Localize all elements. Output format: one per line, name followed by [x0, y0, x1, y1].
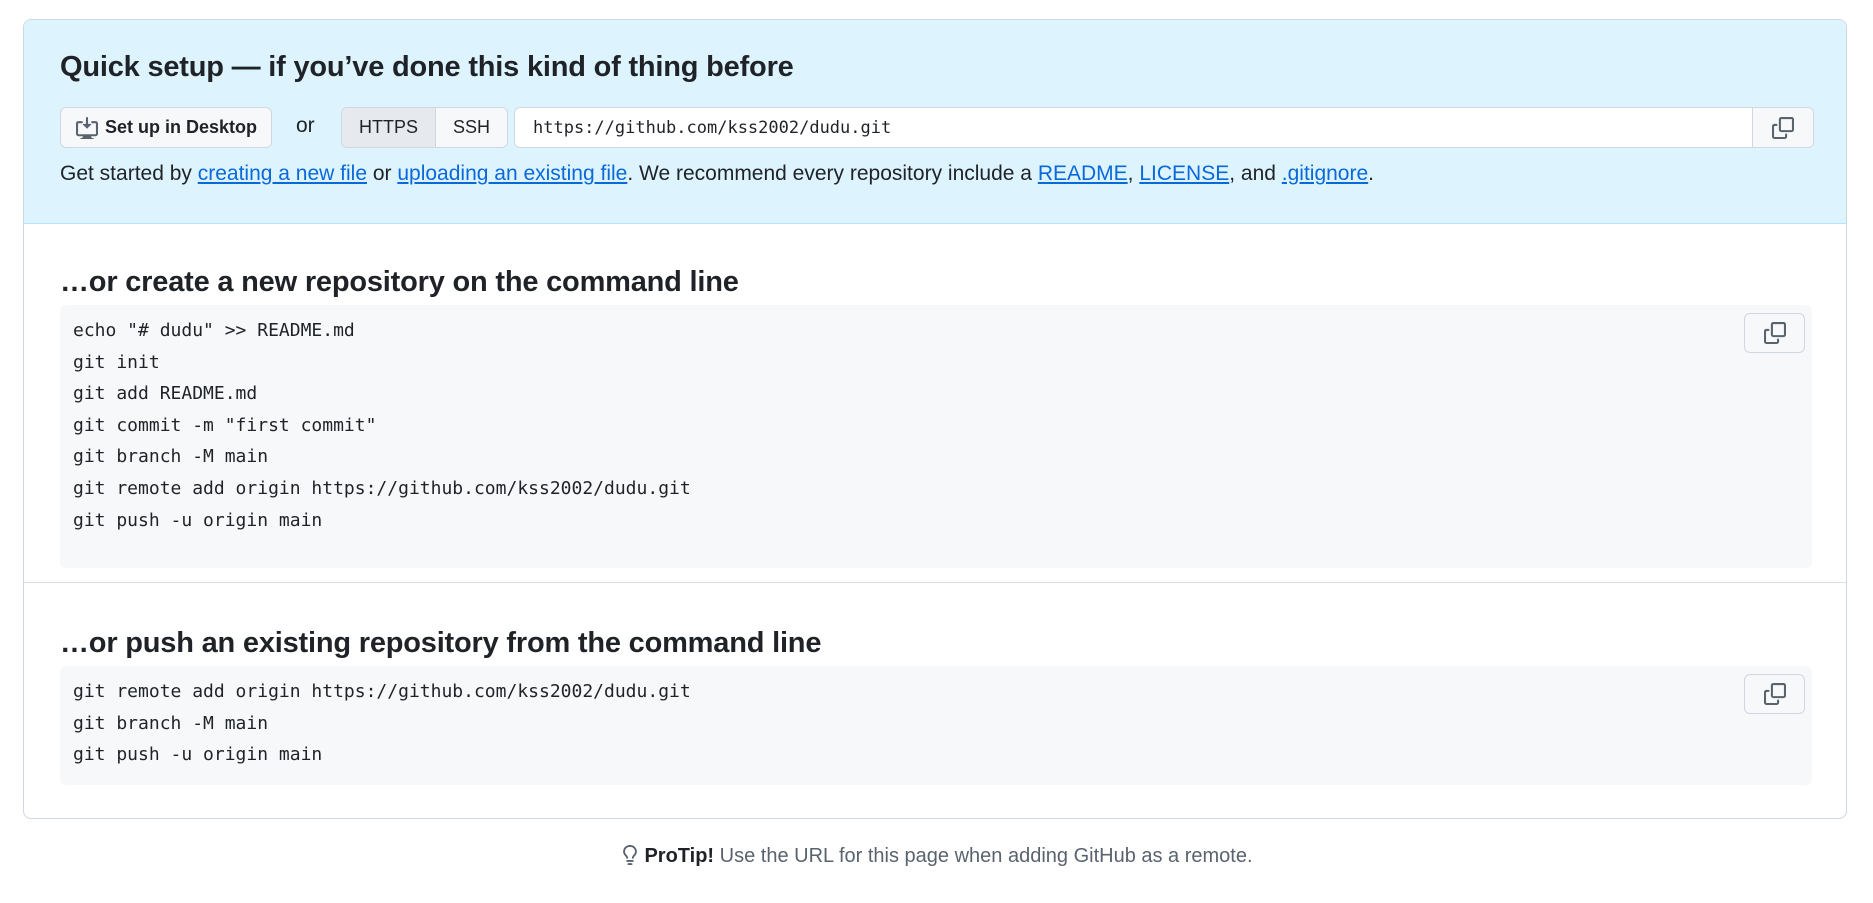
quick-setup-section: Quick setup — if you’ve done this kind o…	[24, 20, 1846, 224]
push-repo-title: …or push an existing repository from the…	[60, 627, 822, 659]
push-repo-commands[interactable]: git remote add origin https://github.com…	[60, 666, 1812, 781]
intro-text: .	[1368, 162, 1374, 185]
push-repo-code-block: git remote add origin https://github.com…	[60, 666, 1812, 785]
setup-desktop-label: Set up in Desktop	[104, 117, 257, 137]
section-divider	[24, 582, 1846, 583]
gitignore-link[interactable]: .gitignore	[1282, 162, 1368, 185]
protip-text: Use the URL for this page when adding Gi…	[714, 845, 1253, 867]
license-link[interactable]: LICENSE	[1139, 162, 1229, 185]
intro-text: , and	[1229, 162, 1282, 185]
intro-text: or	[367, 162, 398, 185]
intro-text: ,	[1127, 162, 1140, 185]
create-new-file-link[interactable]: creating a new file	[198, 162, 367, 185]
empty-repo-panel: Quick setup — if you’ve done this kind o…	[23, 19, 1847, 819]
desktop-download-icon	[75, 116, 98, 139]
or-separator: or	[296, 114, 315, 137]
protocol-selector: HTTPS SSH	[341, 107, 509, 148]
readme-link[interactable]: README	[1038, 162, 1128, 185]
setup-desktop-button[interactable]: Set up in Desktop	[60, 107, 272, 148]
ssh-tab[interactable]: SSH	[435, 108, 508, 147]
create-repo-title: …or create a new repository on the comma…	[60, 266, 739, 298]
copy-create-commands-button[interactable]	[1744, 313, 1805, 353]
upload-file-link[interactable]: uploading an existing file	[397, 162, 627, 185]
quick-setup-title: Quick setup — if you’ve done this kind o…	[60, 51, 794, 83]
copy-icon	[1772, 116, 1794, 139]
copy-icon	[1763, 683, 1786, 705]
clone-url-group	[514, 107, 1814, 148]
copy-push-commands-button[interactable]	[1744, 674, 1805, 714]
intro-text: Get started by	[60, 162, 198, 185]
copy-url-button[interactable]	[1752, 108, 1813, 147]
protip-label: ProTip!	[644, 845, 715, 867]
clone-url-input[interactable]	[515, 108, 1752, 147]
protip: ProTip! Use the URL for this page when a…	[0, 844, 1873, 868]
light-bulb-icon	[623, 845, 638, 865]
intro-text: . We recommend every repository include …	[627, 162, 1038, 185]
https-tab[interactable]: HTTPS	[342, 108, 436, 147]
create-repo-commands[interactable]: echo "# dudu" >> README.md git init git …	[60, 305, 1812, 546]
copy-icon	[1763, 322, 1786, 344]
setup-instructions: Get started by creating a new file or up…	[60, 162, 1374, 186]
create-repo-code-block: echo "# dudu" >> README.md git init git …	[60, 305, 1812, 568]
